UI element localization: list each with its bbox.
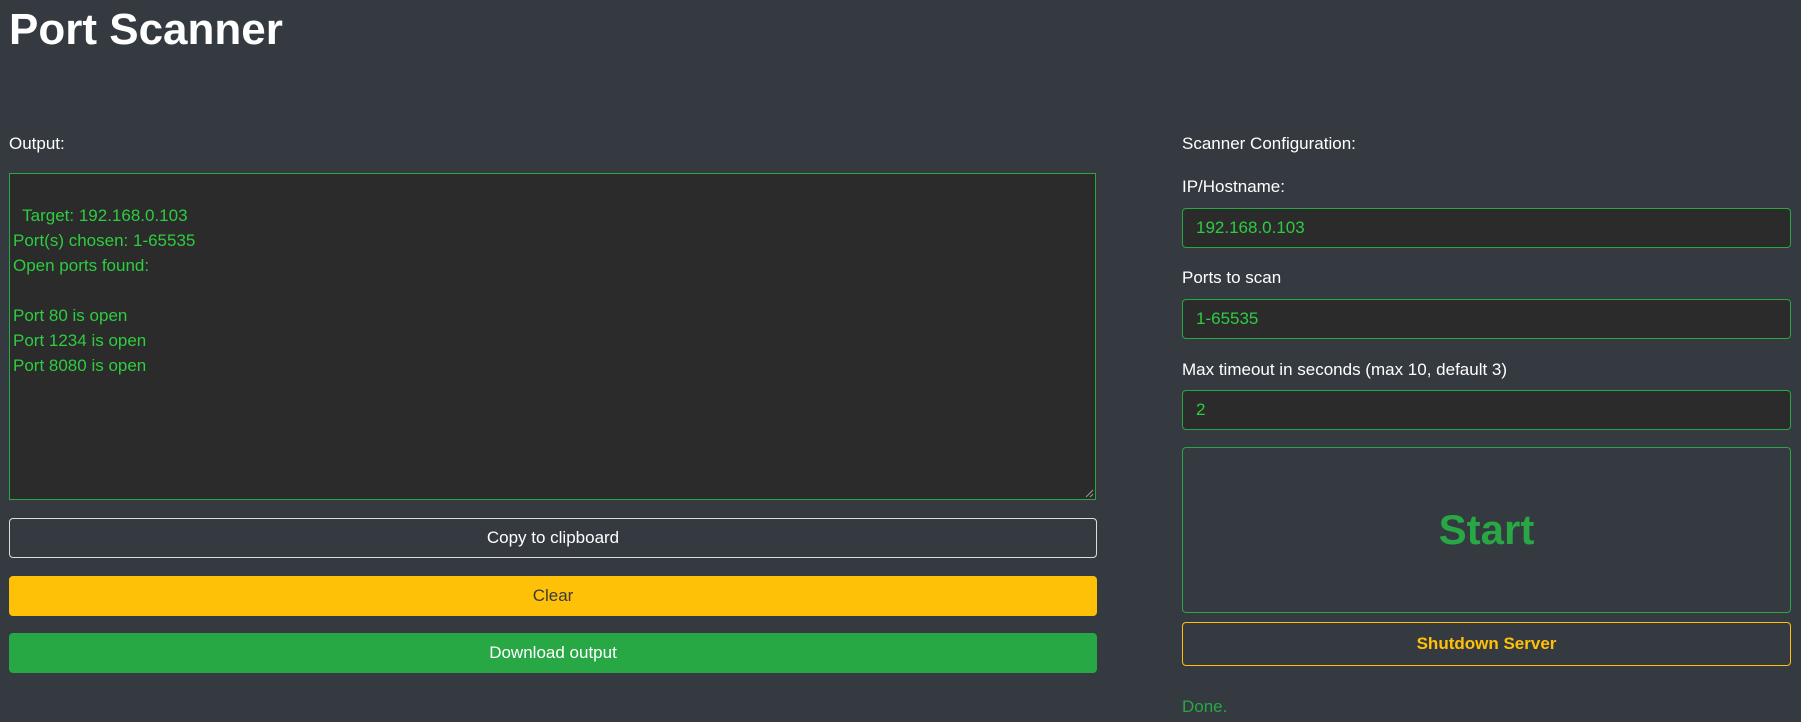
download-output-button[interactable]: Download output — [9, 633, 1097, 673]
shutdown-server-button[interactable]: Shutdown Server — [1182, 622, 1791, 666]
resize-grip-icon[interactable] — [1084, 488, 1094, 498]
clear-button[interactable]: Clear — [9, 576, 1097, 616]
copy-to-clipboard-button[interactable]: Copy to clipboard — [9, 518, 1097, 558]
ports-label: Ports to scan — [1182, 268, 1282, 287]
timeout-input[interactable] — [1182, 390, 1791, 430]
timeout-label: Max timeout in seconds (max 10, default … — [1182, 360, 1508, 379]
host-label: IP/Hostname: — [1182, 177, 1285, 196]
status-text: Done. — [1182, 697, 1228, 716]
ports-input[interactable] — [1182, 299, 1791, 339]
page-title: Port Scanner — [9, 5, 283, 54]
output-label: Output: — [9, 134, 65, 153]
output-textarea[interactable]: Target: 192.168.0.103 Port(s) chosen: 1-… — [9, 173, 1096, 500]
start-button[interactable]: Start — [1182, 447, 1791, 613]
host-input[interactable] — [1182, 208, 1791, 248]
config-section-label: Scanner Configuration: — [1182, 134, 1356, 153]
output-text: Target: 192.168.0.103 Port(s) chosen: 1-… — [13, 206, 196, 375]
